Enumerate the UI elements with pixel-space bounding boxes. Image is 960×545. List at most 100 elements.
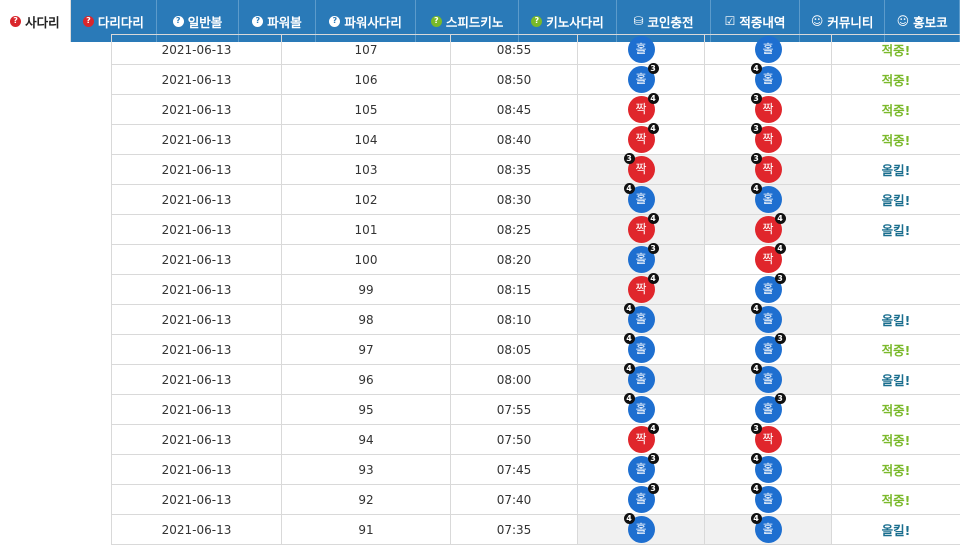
cell-time: 08:40	[451, 125, 578, 155]
cell-time: 08:05	[451, 335, 578, 365]
cell-result: 적중!	[832, 485, 960, 515]
ball-label: 홀	[635, 342, 646, 356]
ball-label: 홀	[635, 312, 646, 326]
table-row: 2021-06-139407:50짝4짝3적중!	[112, 425, 960, 455]
ball-count-badge: 3	[648, 453, 659, 464]
cell-pick-b: 홀	[705, 35, 832, 65]
cell-result: 적중!	[832, 455, 960, 485]
cell-pick-b: 홀4	[705, 455, 832, 485]
ball-label: 짝	[635, 162, 646, 176]
cell-time: 08:35	[451, 155, 578, 185]
odd-ball: 홀3	[755, 276, 782, 303]
tab-label: 커뮤니티	[827, 12, 873, 31]
cell-pick-b: 홀3	[705, 395, 832, 425]
cell-round: 104	[282, 125, 451, 155]
ball-label: 홀	[635, 42, 646, 56]
cell-result: 올킬!	[832, 305, 960, 335]
smile-icon: ☺	[811, 15, 824, 27]
question-icon: ?	[431, 16, 442, 27]
ball-label: 홀	[762, 72, 773, 86]
cell-result: 적중!	[832, 65, 960, 95]
cell-pick-a: 홀4	[578, 185, 705, 215]
cell-date: 2021-06-13	[112, 395, 282, 425]
cell-round: 106	[282, 65, 451, 95]
cell-pick-a: 홀3	[578, 245, 705, 275]
odd-ball: 홀3	[628, 456, 655, 483]
cell-date: 2021-06-13	[112, 185, 282, 215]
ball-count-badge: 4	[648, 423, 659, 434]
cell-time: 08:45	[451, 95, 578, 125]
cell-date: 2021-06-13	[112, 35, 282, 65]
cell-time: 07:50	[451, 425, 578, 455]
ball-label: 홀	[635, 252, 646, 266]
tab-sadari[interactable]: ?사다리	[0, 0, 71, 42]
coins-icon: ⛁	[633, 15, 643, 27]
odd-ball: 홀4	[755, 306, 782, 333]
even-ball: 짝4	[628, 276, 655, 303]
question-icon: ?	[10, 16, 21, 27]
ball-count-badge: 3	[751, 423, 762, 434]
ball-count-badge: 4	[751, 483, 762, 494]
ball-label: 짝	[635, 222, 646, 236]
ball-label: 짝	[762, 432, 773, 446]
table-row: 2021-06-1310408:40짝4짝3적중!	[112, 125, 960, 155]
even-ball: 짝3	[755, 96, 782, 123]
question-icon: ?	[173, 16, 184, 27]
ball-label: 짝	[635, 132, 646, 146]
ball-label: 홀	[635, 522, 646, 536]
odd-ball: 홀4	[755, 486, 782, 513]
ball-count-badge: 4	[751, 363, 762, 374]
cell-pick-a: 짝4	[578, 125, 705, 155]
ball-label: 홀	[762, 522, 773, 536]
cell-round: 99	[282, 275, 451, 305]
ball-label: 홀	[635, 492, 646, 506]
cell-result: 적중!	[832, 395, 960, 425]
cell-time: 08:15	[451, 275, 578, 305]
cell-result: 올킬!	[832, 155, 960, 185]
ball-count-badge: 4	[624, 303, 635, 314]
cell-round: 105	[282, 95, 451, 125]
cell-time: 07:45	[451, 455, 578, 485]
cell-pick-a: 짝4	[578, 95, 705, 125]
cell-result: 올킬!	[832, 215, 960, 245]
ball-label: 홀	[635, 372, 646, 386]
cell-pick-b: 홀3	[705, 275, 832, 305]
cell-pick-a: 홀	[578, 35, 705, 65]
ball-count-badge: 3	[775, 393, 786, 404]
odd-ball: 홀4	[628, 516, 655, 543]
ball-count-badge: 4	[775, 213, 786, 224]
ball-count-badge: 4	[648, 213, 659, 224]
even-ball: 짝4	[628, 126, 655, 153]
cell-pick-a: 짝4	[578, 275, 705, 305]
even-ball: 짝3	[755, 126, 782, 153]
cell-pick-a: 홀3	[578, 485, 705, 515]
results-table-container: 2021-06-1310708:55홀홀적중!2021-06-1310608:5…	[111, 34, 960, 545]
ball-label: 짝	[762, 252, 773, 266]
table-row: 2021-06-1310508:45짝4짝3적중!	[112, 95, 960, 125]
ball-label: 홀	[635, 72, 646, 86]
cell-pick-b: 홀4	[705, 305, 832, 335]
cell-pick-b: 짝3	[705, 155, 832, 185]
cell-result: 올킬!	[832, 515, 960, 545]
cell-time: 08:10	[451, 305, 578, 335]
ball-label: 짝	[762, 102, 773, 116]
cell-result: 적중!	[832, 125, 960, 155]
tab-label: 적중내역	[739, 12, 785, 31]
cell-pick-b: 홀4	[705, 515, 832, 545]
cell-round: 97	[282, 335, 451, 365]
cell-round: 100	[282, 245, 451, 275]
cell-round: 93	[282, 455, 451, 485]
cell-time: 07:55	[451, 395, 578, 425]
ball-count-badge: 3	[648, 243, 659, 254]
cell-round: 98	[282, 305, 451, 335]
cell-result: 적중!	[832, 335, 960, 365]
cell-date: 2021-06-13	[112, 485, 282, 515]
cell-time: 07:40	[451, 485, 578, 515]
even-ball: 짝4	[628, 216, 655, 243]
cell-date: 2021-06-13	[112, 305, 282, 335]
cell-round: 91	[282, 515, 451, 545]
question-icon: ?	[531, 16, 542, 27]
odd-ball: 홀4	[628, 366, 655, 393]
odd-ball: 홀4	[628, 336, 655, 363]
ball-count-badge: 3	[751, 93, 762, 104]
